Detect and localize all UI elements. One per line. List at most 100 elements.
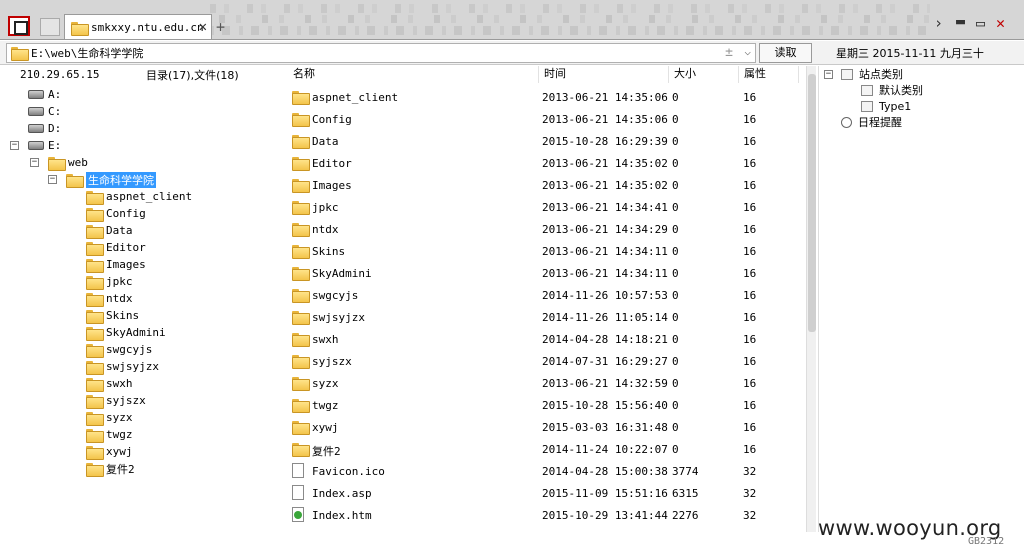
table-row[interactable]: jpkc 2013-06-21 14:34:41 0 16 [288,196,806,218]
cell-name: swgcyjs [312,289,359,302]
add-favorite-icon[interactable]: ± [725,45,733,60]
cell-name: 复件2 [312,445,341,458]
tree-folder[interactable]: Images [86,256,146,273]
table-row[interactable]: Config 2013-06-21 14:35:06 0 16 [288,108,806,130]
tree-folder[interactable]: ntdx [86,290,133,307]
tree-folder[interactable]: SkyAdmini [86,324,166,341]
collapse-icon[interactable]: − [10,141,19,150]
table-row[interactable]: swgcyjs 2014-11-26 10:57:53 0 16 [288,284,806,306]
close-tab-icon[interactable]: ✕ [199,19,207,35]
table-row[interactable]: twgz 2015-10-28 15:56:40 0 16 [288,394,806,416]
cell-attr: 16 [743,421,757,434]
table-row[interactable]: Data 2015-10-28 16:29:39 0 16 [288,130,806,152]
cell-name: jpkc [312,201,339,214]
tree-folder[interactable]: Editor [86,239,146,256]
table-row[interactable]: xywj 2015-03-03 16:31:48 0 16 [288,416,806,438]
table-row[interactable]: swjsyjzx 2014-11-26 11:05:14 0 16 [288,306,806,328]
default-category-node[interactable]: 默认类别 [861,82,923,98]
schedule-node[interactable]: 日程提醒 [841,114,902,130]
tree-folder[interactable]: Config [86,205,146,222]
tree-folder[interactable]: jpkc [86,273,133,290]
folder-icon [71,21,89,36]
chevron-down-icon[interactable]: ⌵ [744,45,751,58]
site-category-node[interactable]: 站点类别 [841,66,903,82]
read-button[interactable]: 读取 [759,43,812,63]
tree-drive[interactable]: − E: [10,137,61,154]
table-row[interactable]: SkyAdmini 2013-06-21 14:34:11 0 16 [288,262,806,284]
table-row[interactable]: Index.asp 2015-11-09 15:51:16 6315 32 [288,482,806,504]
cell-size: 0 [672,91,679,104]
title-bar-pattern [210,4,930,36]
column-header-time[interactable]: 时间 [539,66,669,83]
collapse-icon[interactable]: − [48,175,57,184]
folder-icon [292,311,310,325]
table-row[interactable]: syzx 2013-06-21 14:32:59 0 16 [288,372,806,394]
tree-folder-web[interactable]: − web [30,154,88,171]
tree-drive[interactable]: C: [28,103,61,120]
close-window-icon[interactable]: ✕ [996,14,1005,32]
table-row[interactable]: Images 2013-06-21 14:35:02 0 16 [288,174,806,196]
tree-drive[interactable]: D: [28,120,61,137]
minimize-icon[interactable]: ▬ [956,12,965,30]
tree-folder[interactable]: twgz [86,426,133,443]
tree-folder[interactable]: swxh [86,375,133,392]
cell-name: Skins [312,245,346,258]
table-row[interactable]: syjszx 2014-07-31 16:29:27 0 16 [288,350,806,372]
table-row[interactable]: Editor 2013-06-21 14:35:02 0 16 [288,152,806,174]
folder-icon [86,377,104,392]
column-header-name[interactable]: 名称 [288,66,539,83]
folder-icon [292,157,310,171]
column-header-size[interactable]: 大小 [669,66,739,83]
folder-icon [86,394,104,409]
cell-size: 0 [672,399,679,412]
list-scrollbar[interactable] [806,66,816,532]
maximize-icon[interactable]: ▭ [976,14,985,32]
tree-label: web [68,156,88,169]
type1-node[interactable]: Type1 [861,98,911,114]
table-row[interactable]: ntdx 2013-06-21 14:34:29 0 16 [288,218,806,240]
scrollbar-thumb[interactable] [808,74,816,332]
address-field[interactable]: E:\web\生命科学学院 ± ⌵ [6,43,756,63]
table-row[interactable]: Skins 2013-06-21 14:34:11 0 16 [288,240,806,262]
tree-folder[interactable]: aspnet_client [86,188,192,205]
tree-folder[interactable]: swjsyjzx [86,358,159,375]
tree-label: 生命科学学院 [86,171,156,188]
new-tab-icon[interactable]: + [216,18,225,36]
folder-icon [292,135,310,149]
blank-tab-icon[interactable] [40,18,60,36]
tree-drive[interactable]: A: [28,86,61,103]
tree-folder[interactable]: Data [86,222,133,239]
folder-icon [86,326,104,341]
folder-icon [292,333,310,347]
cell-name: ntdx [312,223,339,236]
folder-icon [86,343,104,358]
table-row[interactable]: swxh 2014-04-28 14:18:21 0 16 [288,328,806,350]
folder-icon [292,289,310,303]
cell-time: 2014-04-28 14:18:21 [542,333,668,346]
cell-name: Favicon.ico [312,465,385,478]
table-row[interactable]: Favicon.ico 2014-04-28 15:00:38 3774 32 [288,460,806,482]
tree-folder[interactable]: syzx [86,409,133,426]
tree-folder[interactable]: Skins [86,307,139,324]
table-row[interactable]: aspnet_client 2013-06-21 14:35:06 0 16 [288,86,806,108]
cell-attr: 16 [743,245,757,258]
site-category-label: 站点类别 [859,68,903,81]
tree-folder-selected[interactable]: − 生命科学学院 [48,171,156,188]
app-menu-icon[interactable] [8,16,30,36]
table-row[interactable]: Index.htm 2015-10-29 13:41:44 2276 32 [288,504,806,526]
table-row[interactable]: 复件2 2014-11-24 10:22:07 0 16 [288,438,806,460]
column-header-attr[interactable]: 属性 [739,66,799,83]
tree-folder[interactable]: swgcyjs [86,341,152,358]
server-ip: 210.29.65.15 [20,68,100,81]
collapse-icon[interactable]: − [824,70,833,79]
folder-icon [11,47,29,61]
cell-name: Config [312,113,352,126]
chevron-right-icon[interactable]: › [934,14,943,32]
cell-time: 2015-10-28 16:29:39 [542,135,668,148]
tree-folder[interactable]: xywj [86,443,133,460]
tree-folder[interactable]: syjszx [86,392,146,409]
tab-active[interactable]: smkxxy.ntu.edu.cn ✕ [64,14,212,39]
collapse-icon[interactable]: − [30,158,39,167]
cell-name: Images [312,179,352,192]
tree-folder[interactable]: 复件2 [86,460,135,477]
